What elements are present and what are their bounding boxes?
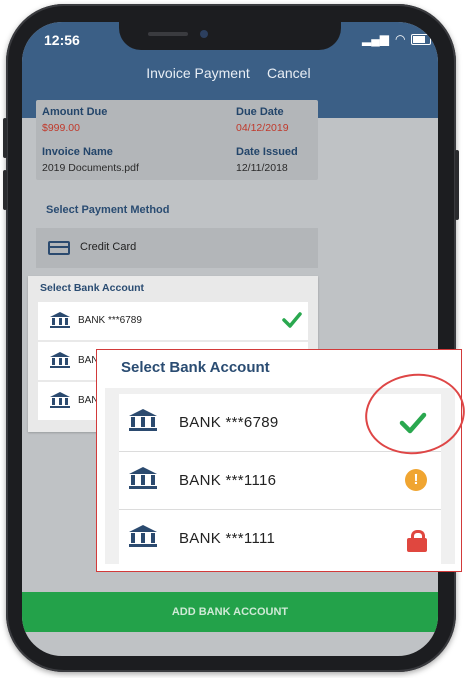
due-date-label: Due Date: [236, 106, 284, 118]
zoom-bank-sheet-title: Select Bank Account: [121, 359, 270, 376]
bank-icon: [50, 312, 70, 328]
bank-row-6789[interactable]: BANK ***6789: [38, 302, 308, 340]
bank-row-label: BANK ***1111: [179, 530, 276, 547]
wifi-icon: ◠: [394, 32, 406, 46]
status-time: 12:56: [44, 32, 80, 48]
credit-card-option[interactable]: Credit Card: [36, 228, 318, 268]
add-bank-account-button[interactable]: ADD BANK ACCOUNT: [22, 592, 438, 632]
date-issued-label: Date Issued: [236, 146, 298, 158]
payment-method-heading: Select Payment Method: [46, 204, 170, 216]
cancel-button[interactable]: Cancel: [267, 65, 311, 81]
status-icons: ▂▄▆ ◠: [362, 32, 432, 46]
warning-icon: !: [405, 469, 427, 491]
bank-icon: [50, 392, 70, 408]
check-icon: [282, 312, 302, 328]
credit-card-icon: [48, 241, 70, 255]
invoice-name-label: Invoice Name: [42, 146, 113, 158]
signal-icon: ▂▄▆: [362, 32, 389, 46]
bank-row-label: BANK ***1116: [179, 472, 277, 489]
bank-icon: [50, 352, 70, 368]
battery-icon: [411, 33, 432, 45]
bank-sheet-title: Select Bank Account: [40, 282, 145, 294]
amount-due-label: Amount Due: [42, 106, 108, 118]
invoice-name-value: 2019 Documents.pdf: [42, 162, 139, 174]
bank-row-label: BANK ***6789: [78, 315, 142, 326]
volume-up-button: [3, 118, 7, 158]
speaker-grille: [148, 32, 188, 36]
bank-icon: [129, 525, 157, 549]
bank-row-label: BANK ***6789: [179, 414, 279, 431]
zoom-callout: Select Bank Account BANK ***6789 BANK **…: [96, 349, 471, 572]
amount-due-value: $999.00: [42, 122, 80, 134]
power-button: [455, 150, 459, 220]
notch: [119, 22, 341, 50]
credit-card-label: Credit Card: [80, 241, 137, 253]
invoice-summary-card: Amount Due $999.00 Due Date 04/12/2019 I…: [36, 100, 318, 180]
zoom-bank-row-1111[interactable]: BANK ***1111: [119, 510, 441, 567]
volume-down-button: [3, 170, 7, 210]
zoom-bank-row-1116[interactable]: BANK ***1116 !: [119, 452, 441, 510]
lock-icon: [407, 530, 427, 552]
bank-icon: [129, 467, 157, 491]
date-issued-value: 12/11/2018: [236, 162, 288, 174]
due-date-value: 04/12/2019: [236, 122, 289, 134]
front-camera: [200, 30, 208, 38]
page-title: Invoice Payment: [146, 65, 250, 81]
bank-icon: [129, 409, 157, 433]
